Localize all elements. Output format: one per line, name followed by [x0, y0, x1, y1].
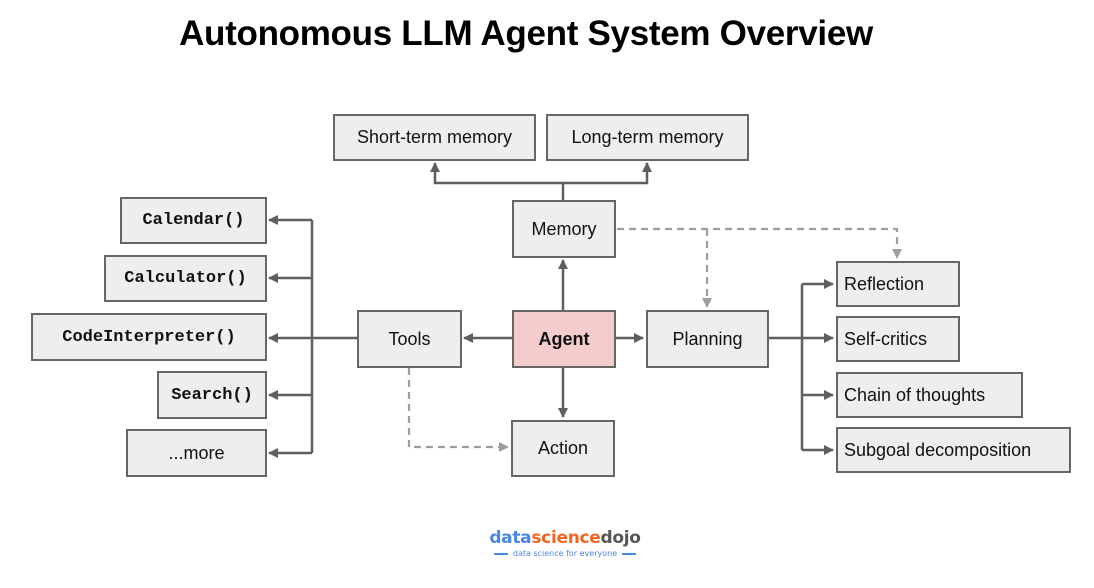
short-term-memory-node: Short-term memory: [333, 114, 536, 161]
tool-calculator-node: Calculator(): [104, 255, 267, 302]
tool-more-node: ...more: [126, 429, 267, 477]
edge-memory-branch: [430, 162, 565, 200]
logo-word-science: science: [531, 528, 601, 548]
subgoal-decomposition-node: Subgoal decomposition: [836, 427, 1071, 473]
tools-node: Tools: [357, 310, 462, 368]
logo-word-dojo: dojo: [600, 528, 641, 548]
logo-dash-left: [493, 552, 508, 555]
tool-search-node: Search(): [157, 371, 267, 419]
chain-of-thoughts-node: Chain of thoughts: [836, 372, 1023, 418]
logo-word-data: data: [489, 528, 532, 548]
logo-wordmark: datasciencedojo: [470, 528, 660, 548]
datasciencedojo-logo: datasciencedojo data science for everyon…: [470, 528, 660, 558]
action-node: Action: [511, 420, 615, 477]
edge-memory-dashed-bus: [617, 227, 902, 259]
tool-calendar-node: Calendar(): [120, 197, 267, 244]
reflection-node: Reflection: [836, 261, 960, 307]
logo-dash-right: [622, 552, 637, 555]
planning-node: Planning: [646, 310, 769, 368]
long-term-memory-node: Long-term memory: [546, 114, 749, 161]
self-critics-node: Self-critics: [836, 316, 960, 362]
tool-code-interpreter-node: CodeInterpreter(): [31, 313, 267, 361]
logo-tagline-text: data science for everyone: [512, 549, 618, 558]
memory-node: Memory: [512, 200, 616, 258]
edge-tools-action-dashed: [407, 368, 509, 452]
logo-tagline: data science for everyone: [470, 549, 660, 558]
edge-memory-long-term: [563, 162, 652, 185]
agent-node: Agent: [512, 310, 616, 368]
